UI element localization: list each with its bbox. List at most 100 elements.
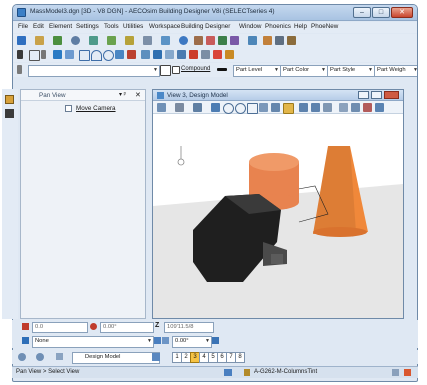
shape-icon[interactable] — [79, 50, 90, 61]
tool-d-icon[interactable] — [230, 36, 239, 45]
part-level-combo[interactable]: Part Level ▼ — [233, 65, 281, 77]
lock-icon[interactable] — [244, 369, 250, 376]
close-button[interactable]: ✕ — [391, 7, 413, 18]
fit-view-icon[interactable] — [259, 103, 268, 112]
tasks-icon[interactable] — [5, 95, 14, 104]
view-8-button[interactable]: 8 — [235, 352, 245, 363]
fence-icon[interactable] — [29, 50, 40, 61]
view-next-icon[interactable] — [311, 103, 320, 112]
move-icon[interactable] — [165, 50, 174, 59]
menu-file[interactable]: File — [18, 23, 28, 30]
up-icon[interactable] — [56, 353, 63, 360]
settings-icon[interactable] — [161, 36, 170, 45]
reference-icon[interactable] — [71, 36, 80, 45]
tool-g-icon[interactable] — [275, 36, 284, 45]
cell-icon[interactable] — [115, 50, 124, 59]
point-icon[interactable] — [41, 50, 46, 59]
part-style-combo[interactable]: Part Style ▼ — [327, 65, 375, 77]
solid-icon[interactable] — [189, 50, 198, 59]
modify-icon[interactable] — [177, 50, 186, 59]
view-rotate-icon[interactable] — [193, 103, 202, 112]
tool-h-icon[interactable] — [287, 36, 296, 45]
copy-view-icon[interactable] — [323, 103, 332, 112]
menu-building-designer[interactable]: Building Designer — [181, 23, 230, 30]
menu-window[interactable]: Window — [239, 23, 261, 30]
help-icon[interactable] — [179, 36, 188, 45]
surface-icon[interactable] — [201, 50, 210, 59]
part-weight-combo[interactable]: Part Weigh ▼ — [374, 65, 417, 77]
tool-b-icon[interactable] — [206, 36, 215, 45]
measure-icon[interactable] — [53, 50, 62, 59]
tool-f-icon[interactable] — [263, 36, 272, 45]
view-close-button[interactable] — [384, 91, 399, 99]
menu-help[interactable]: Help — [294, 23, 307, 30]
raster-icon[interactable] — [89, 36, 98, 45]
level-combo[interactable]: None ▼ — [32, 336, 154, 348]
back-icon[interactable] — [18, 353, 26, 361]
save-icon[interactable] — [53, 36, 62, 45]
rotate-view-icon[interactable] — [271, 103, 280, 112]
models-icon[interactable] — [107, 36, 116, 45]
menu-phoenew[interactable]: PhoeNew — [311, 23, 338, 30]
update-view-icon[interactable] — [211, 103, 220, 112]
3d-scene[interactable] — [153, 114, 403, 318]
message-icon[interactable] — [392, 369, 399, 376]
tool-c-icon[interactable] — [218, 36, 227, 45]
menu-edit[interactable]: Edit — [33, 23, 44, 30]
group-icon[interactable] — [225, 50, 234, 59]
z-coordinate-field[interactable]: 109'11.5/8 — [164, 322, 214, 333]
zoom-in-icon[interactable] — [223, 103, 234, 114]
angle-combo[interactable]: 0.00° ▼ — [172, 336, 212, 348]
forward-icon[interactable] — [36, 353, 44, 361]
tool-a-icon[interactable] — [194, 36, 203, 45]
copy-icon[interactable] — [153, 50, 162, 59]
printer-icon[interactable] — [5, 109, 14, 118]
element-selection-icon[interactable] — [17, 50, 23, 59]
menu-settings[interactable]: Settings — [76, 23, 99, 30]
part-color-combo[interactable]: Part Color ▼ — [280, 65, 328, 77]
levels-icon[interactable] — [125, 36, 134, 45]
menu-workspace[interactable]: Workspace — [149, 23, 180, 30]
view-minimize-button[interactable] — [358, 91, 369, 99]
pan-view-icon[interactable] — [283, 103, 294, 114]
camera-icon[interactable] — [351, 103, 360, 112]
view-settings-icon[interactable] — [375, 103, 384, 112]
new-file-icon[interactable] — [17, 36, 26, 45]
view-attributes-icon[interactable] — [157, 103, 166, 112]
zoom-out-icon[interactable] — [235, 103, 246, 114]
dimension-icon[interactable] — [65, 50, 74, 59]
accudraw-icon[interactable] — [212, 337, 219, 344]
pin-icon[interactable]: ▾ ᵖ — [119, 91, 126, 98]
display-style-icon[interactable] — [175, 103, 184, 112]
maximize-button[interactable]: □ — [372, 7, 390, 18]
view-groups-icon[interactable] — [152, 353, 160, 361]
active-color-icon[interactable] — [160, 65, 171, 76]
arc-icon[interactable] — [91, 50, 102, 61]
menu-utilities[interactable]: Utilities — [123, 23, 143, 30]
panel-close-icon[interactable]: ✕ — [135, 91, 141, 99]
window-area-icon[interactable] — [247, 103, 258, 114]
x-coordinate-field[interactable]: 0.0 — [32, 322, 88, 333]
minimize-button[interactable]: – — [353, 7, 371, 18]
alert-icon[interactable] — [404, 369, 411, 376]
model-combo[interactable]: Design Model▼ — [72, 352, 160, 364]
snap-icon[interactable] — [224, 369, 232, 376]
render-icon[interactable] — [363, 103, 372, 112]
angle-field[interactable]: 0.00° — [100, 322, 154, 333]
view-previous-icon[interactable] — [299, 103, 308, 112]
move-camera-checkbox[interactable] — [65, 105, 72, 112]
view-maximize-button[interactable] — [371, 91, 382, 99]
menu-phoenics[interactable]: Phoenics — [265, 23, 291, 30]
active-element-combo[interactable]: ▼ — [28, 65, 160, 77]
project-icon[interactable] — [143, 36, 152, 45]
compound-checkbox[interactable] — [172, 66, 180, 74]
menu-tools[interactable]: Tools — [104, 23, 119, 30]
text-icon[interactable] — [127, 50, 136, 59]
open-file-icon[interactable] — [35, 36, 44, 45]
clip-volume-icon[interactable] — [339, 103, 348, 112]
tool-e-icon[interactable] — [248, 36, 257, 45]
pattern-icon[interactable] — [141, 50, 150, 59]
circle-icon[interactable] — [103, 50, 114, 61]
menu-element[interactable]: Element — [49, 23, 72, 30]
delete-icon[interactable] — [213, 50, 222, 59]
